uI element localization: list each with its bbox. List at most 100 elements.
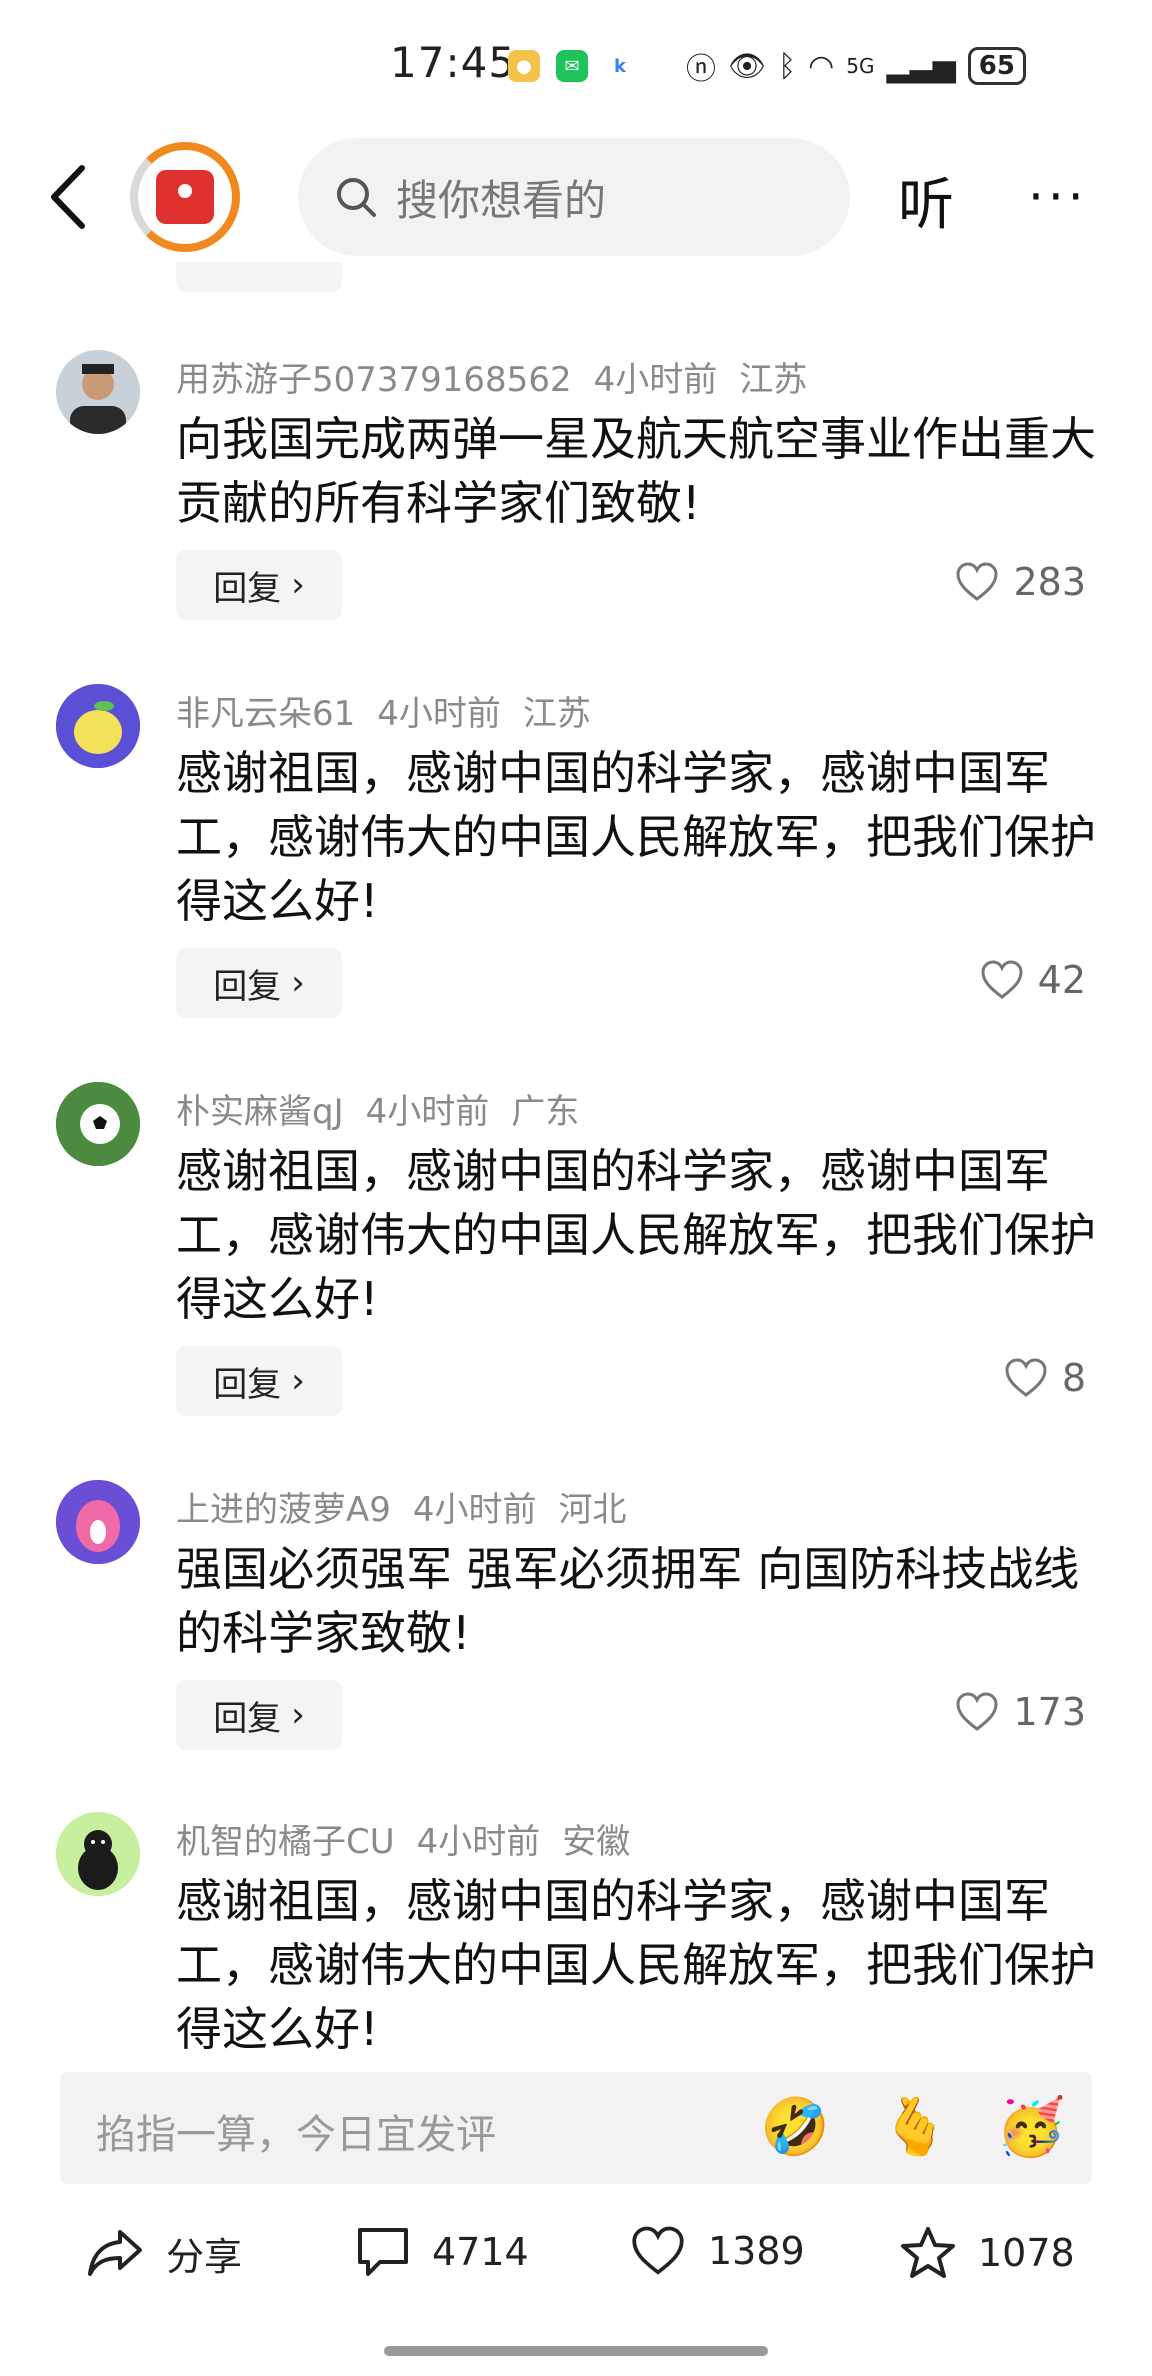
- back-button[interactable]: [40, 160, 100, 234]
- comment-input-placeholder: 掐指一算，今日宜发评: [96, 2112, 496, 2158]
- wifi-icon: ◠: [808, 48, 835, 84]
- nfc-icon: ⓝ: [686, 52, 716, 87]
- red-packet-icon: [156, 170, 214, 224]
- comment-meta: 朴实麻酱qJ 4小时前 广东: [176, 1084, 579, 1133]
- comment-text: 向我国完成两弹一星及航天航空事业作出重大贡献的所有科学家们致敬!: [176, 412, 1096, 530]
- comment-location: 江苏: [739, 360, 808, 400]
- search-input[interactable]: 搜你想看的: [298, 138, 850, 256]
- chevron-right-icon: ›: [291, 1695, 305, 1735]
- pineapple-avatar-icon: [56, 1480, 140, 1564]
- share-icon: [88, 2229, 142, 2276]
- comment-bubble-icon: [358, 2228, 408, 2276]
- finger-heart-emoji-icon[interactable]: 🫰: [880, 2094, 950, 2160]
- comment-text: 感谢祖国，感谢中国的科学家，感谢中国军工，感谢伟大的中国人民解放军，把我们保护得…: [176, 746, 1096, 928]
- bluetooth-icon: ᛒ: [778, 48, 797, 84]
- battery-icon: 65: [967, 47, 1026, 85]
- favorite-button[interactable]: 1078: [900, 2226, 1075, 2280]
- notification-icons: ● ✉ k: [508, 50, 636, 82]
- reply-label: 回复: [213, 1364, 282, 1405]
- avatar[interactable]: [56, 1082, 140, 1166]
- like-count: 8: [1061, 1356, 1086, 1400]
- reply-button[interactable]: 回复 ›: [176, 1346, 342, 1416]
- chevron-right-icon: ›: [291, 963, 305, 1003]
- comment-text: 强国必须强军 强军必须拥军 向国防科技战线的科学家致敬!: [176, 1542, 1080, 1660]
- comment-username[interactable]: 上进的菠萝A9: [176, 1490, 391, 1530]
- like-count: 173: [1013, 1690, 1086, 1734]
- chevron-right-icon: ›: [291, 1361, 305, 1401]
- comment-time: 4小时前: [412, 1490, 537, 1530]
- party-emoji-icon[interactable]: 🥳: [996, 2094, 1066, 2160]
- comment-username[interactable]: 机智的橘子CU: [176, 1822, 395, 1862]
- comment-meta: 机智的橘子CU 4小时前 安徽: [176, 1814, 630, 1863]
- reply-button[interactable]: 回复 ›: [176, 550, 342, 620]
- bird-avatar-icon: [56, 1812, 140, 1896]
- search-icon: [337, 178, 376, 217]
- heart-icon: [1005, 1358, 1047, 1397]
- share-button[interactable]: 分享: [86, 2226, 242, 2281]
- avatar[interactable]: [56, 684, 140, 768]
- comment-text: 感谢祖国，感谢中国的科学家，感谢中国军工，感谢伟大的中国人民解放军，把我们保护得…: [176, 1144, 1096, 1326]
- comments-count: 4714: [432, 2230, 529, 2274]
- comment-text: 感谢祖国，感谢中国的科学家，感谢中国军工，感谢伟大的中国人民解放军，把我们保护得…: [176, 1874, 1096, 2056]
- comment-username[interactable]: 非凡云朵61: [176, 694, 355, 734]
- home-indicator[interactable]: [384, 2346, 768, 2356]
- like-count: 283: [1013, 560, 1086, 604]
- like-button[interactable]: 8: [1004, 1356, 1086, 1400]
- comment-location: 安徽: [562, 1822, 631, 1862]
- chevron-right-icon: ›: [291, 565, 305, 605]
- weibo-icon: ●: [508, 50, 540, 82]
- comment-username[interactable]: 用苏游子507379168562: [176, 360, 572, 400]
- comment-meta: 非凡云朵61 4小时前 江苏: [176, 686, 591, 735]
- reply-label: 回复: [213, 568, 282, 609]
- laughing-emoji-icon[interactable]: 🤣: [760, 2094, 830, 2160]
- more-button[interactable]: ···: [1028, 168, 1088, 226]
- listen-button[interactable]: 听: [898, 160, 954, 241]
- comment-meta: 上进的菠萝A9 4小时前 河北: [176, 1482, 627, 1531]
- share-label: 分享: [166, 2235, 243, 2279]
- like-button[interactable]: 283: [955, 560, 1086, 604]
- like-count: 42: [1037, 958, 1086, 1002]
- user-photo-icon: [56, 350, 140, 434]
- comment-location: 广东: [511, 1092, 580, 1132]
- partial-reply-button[interactable]: [176, 262, 342, 292]
- avatar[interactable]: [56, 1812, 140, 1896]
- like-article-button[interactable]: 1389: [630, 2226, 805, 2276]
- heart-icon: [956, 562, 998, 601]
- channel-logo[interactable]: [130, 142, 240, 252]
- bottom-action-bar: 分享 4714 1389 1078: [0, 2212, 1152, 2312]
- comments-button[interactable]: 4714: [356, 2226, 529, 2278]
- avatar[interactable]: [56, 350, 140, 434]
- reply-label: 回复: [213, 966, 282, 1007]
- comment-input[interactable]: 掐指一算，今日宜发评 🤣 🫰 🥳: [60, 2072, 1092, 2184]
- chevron-left-icon: [51, 165, 85, 229]
- likes-count: 1389: [708, 2229, 805, 2273]
- reply-button[interactable]: 回复 ›: [176, 948, 342, 1018]
- status-time: 17:45: [390, 38, 517, 87]
- eye-icon: 👁: [728, 48, 767, 84]
- like-button[interactable]: 42: [980, 958, 1086, 1002]
- comment-location: 河北: [558, 1490, 627, 1530]
- avatar[interactable]: [56, 1480, 140, 1564]
- heart-icon: [632, 2226, 684, 2275]
- soccer-ball-avatar-icon: [56, 1082, 140, 1166]
- system-icons: ⓝ 👁 ᛒ ◠ 5G ▂▃▅ 65: [686, 44, 1026, 88]
- search-placeholder: 搜你想看的: [396, 175, 607, 225]
- cellular-bars-icon: ▂▃▅: [886, 48, 956, 84]
- wechat-icon: ✉: [556, 50, 588, 82]
- comment-username[interactable]: 朴实麻酱qJ: [176, 1092, 344, 1132]
- lemon-avatar-icon: [56, 684, 140, 768]
- app-k-icon: k: [604, 50, 636, 82]
- heart-icon: [981, 960, 1023, 999]
- comment-time: 4小时前: [593, 360, 718, 400]
- favorites-count: 1078: [978, 2231, 1075, 2275]
- like-button[interactable]: 173: [955, 1690, 1086, 1734]
- comment-meta: 用苏游子507379168562 4小时前 江苏: [176, 352, 807, 401]
- status-bar: 17:45 ● ✉ k ⓝ 👁 ᛒ ◠ 5G ▂▃▅ 65: [0, 0, 1152, 130]
- reply-button[interactable]: 回复 ›: [176, 1680, 342, 1750]
- heart-icon: [956, 1692, 998, 1731]
- comment-time: 4小时前: [377, 694, 501, 734]
- reply-label: 回复: [213, 1698, 282, 1739]
- comment-location: 江苏: [522, 694, 591, 734]
- signal-icon: 5G: [846, 54, 875, 78]
- top-nav: 搜你想看的 听 ···: [0, 130, 1152, 265]
